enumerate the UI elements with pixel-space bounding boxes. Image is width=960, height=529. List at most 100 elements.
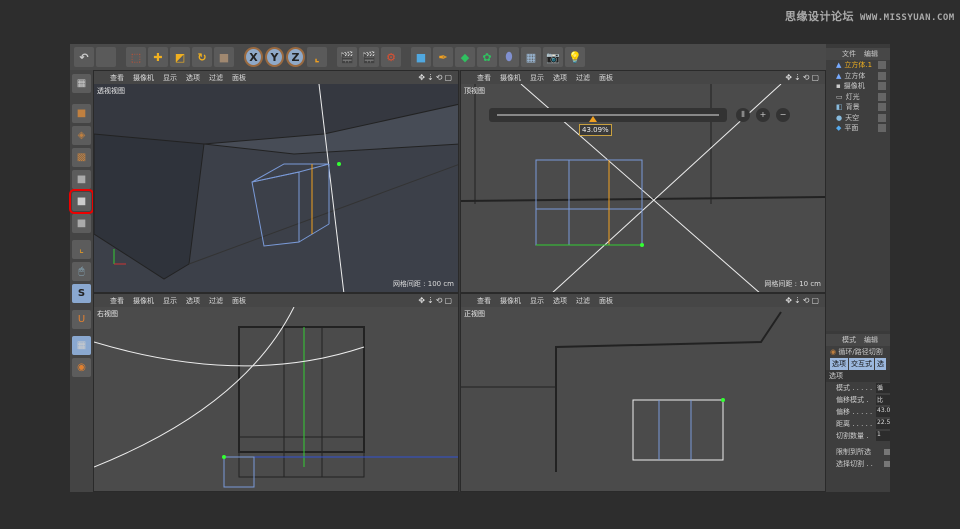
polygons-mode-icon[interactable]: ■ <box>72 214 91 233</box>
menu-filter[interactable]: 过滤 <box>576 296 590 306</box>
object-item[interactable]: ● 天空 <box>826 113 890 124</box>
rotate-icon[interactable]: ↻ <box>192 47 212 67</box>
grid-icon[interactable]: ▦ <box>72 336 91 355</box>
viewport-top[interactable]: 查看 摄像机 显示 选项 过滤 面板 ✥⇣⟲▢ 顶视图 43.09% ⦀ + − 网格间距… <box>460 70 826 293</box>
viewport-right[interactable]: 查看 摄像机 显示 选项 过滤 面板 ✥⇣⟲▢ 右视图 <box>93 293 459 492</box>
magnet-icon[interactable]: U <box>72 310 91 329</box>
menu-options[interactable]: 选项 <box>553 296 567 306</box>
redo-icon[interactable] <box>96 47 116 67</box>
menu-camera[interactable]: 摄像机 <box>500 296 521 306</box>
move-icon[interactable]: ✚ <box>148 47 168 67</box>
cube-icon[interactable]: ■ <box>411 47 431 67</box>
offset-mode-dropdown[interactable]: 比 <box>876 395 890 405</box>
menu-panel[interactable]: 面板 <box>232 296 246 306</box>
slider-handle[interactable] <box>589 116 597 122</box>
menu-mode[interactable]: 模式 <box>842 335 856 345</box>
deformer-icon[interactable]: ⬮ <box>499 47 519 67</box>
texture-mode-icon[interactable]: ◈ <box>72 126 91 145</box>
visibility-toggle[interactable] <box>878 92 886 101</box>
menu-panel[interactable]: 面板 <box>232 73 246 83</box>
z-axis-button[interactable]: Z <box>286 47 305 67</box>
render-view-icon[interactable]: 🎬 <box>337 47 357 67</box>
menu-edit[interactable]: 编辑 <box>864 49 878 59</box>
edges-mode-icon[interactable]: ■ <box>69 189 94 214</box>
light-icon[interactable]: 💡 <box>565 47 585 67</box>
menu-display[interactable]: 显示 <box>530 296 544 306</box>
object-item[interactable]: ◧ 背景 <box>826 102 890 113</box>
menu-view[interactable]: 查看 <box>477 296 491 306</box>
slider-remove-button[interactable]: − <box>776 108 790 122</box>
distance-field[interactable]: 22.5 <box>876 419 890 429</box>
snap-icon[interactable]: S <box>72 284 91 303</box>
floor-icon[interactable]: ▦ <box>521 47 541 67</box>
viewport-front[interactable]: 查看 摄像机 显示 选项 过滤 面板 ✥⇣⟲▢ 正视图 <box>460 293 826 492</box>
render-picture-viewer-icon[interactable]: 🎬 <box>359 47 379 67</box>
live-selection-icon[interactable]: ⬚ <box>126 47 146 67</box>
offset-field[interactable]: 43.0 <box>876 407 890 417</box>
y-axis-button[interactable]: Y <box>265 47 284 67</box>
visibility-toggle[interactable] <box>878 82 886 91</box>
menu-view[interactable]: 查看 <box>110 296 124 306</box>
object-item[interactable]: ▭ 灯光 <box>826 92 890 103</box>
menu-filter[interactable]: 过滤 <box>209 73 223 83</box>
subdivision-icon[interactable]: ◆ <box>455 47 475 67</box>
menu-camera[interactable]: 摄像机 <box>133 296 154 306</box>
tab-interactive[interactable]: 交互式 <box>849 358 874 370</box>
menu-panel[interactable]: 面板 <box>599 73 613 83</box>
mode-dropdown[interactable]: 循 <box>876 383 890 393</box>
menu-options[interactable]: 选项 <box>186 296 200 306</box>
menu-display[interactable]: 显示 <box>530 73 544 83</box>
undo-icon[interactable]: ↶ <box>74 47 94 67</box>
menu-camera[interactable]: 摄像机 <box>133 73 154 83</box>
visibility-toggle[interactable] <box>878 71 886 80</box>
render-settings-icon[interactable]: ⚙ <box>381 47 401 67</box>
axis-mode-icon[interactable]: ⌞ <box>72 240 91 259</box>
menu-edit[interactable]: 编辑 <box>864 335 878 345</box>
menu-view[interactable]: 查看 <box>110 73 124 83</box>
object-mode-icon[interactable]: ■ <box>72 104 91 123</box>
menu-camera[interactable]: 摄像机 <box>500 73 521 83</box>
slider-options-button[interactable]: ⦀ <box>736 108 750 122</box>
menu-display[interactable]: 显示 <box>163 73 177 83</box>
tweak-icon[interactable]: 🖱 <box>72 262 91 281</box>
model-mode-icon[interactable]: ▦ <box>72 74 91 93</box>
viewport-nav-icons[interactable]: ✥⇣⟲▢ <box>418 296 454 305</box>
coordinate-system-icon[interactable]: ⌞ <box>307 47 327 67</box>
menu-options[interactable]: 选项 <box>553 73 567 83</box>
visibility-toggle[interactable] <box>878 124 886 133</box>
viewport-nav-icons[interactable]: ✥⇣⟲▢ <box>785 73 821 82</box>
select-cut-checkbox[interactable] <box>884 461 890 467</box>
menu-view[interactable]: 查看 <box>477 73 491 83</box>
visibility-toggle[interactable] <box>878 61 886 70</box>
viewport-nav-icons[interactable]: ✥⇣⟲▢ <box>418 73 454 82</box>
menu-options[interactable]: 选项 <box>186 73 200 83</box>
pen-icon[interactable]: ✒ <box>433 47 453 67</box>
object-item[interactable]: ▲ 立方体 <box>826 71 890 82</box>
grid-mode-icon[interactable]: ▩ <box>72 148 91 167</box>
menu-file[interactable]: 文件 <box>842 49 856 59</box>
visibility-toggle[interactable] <box>878 103 886 112</box>
tab-options[interactable]: 选项 <box>830 358 848 370</box>
slider-add-button[interactable]: + <box>756 108 770 122</box>
restrict-checkbox[interactable] <box>884 449 890 455</box>
x-axis-button[interactable]: X <box>244 47 263 67</box>
cut-count-field[interactable]: 1 <box>876 431 890 441</box>
viewport-perspective[interactable]: 查看 摄像机 显示 选项 过滤 面板 ✥⇣⟲▢ 透视视图 网格间距 : 100 cm <box>93 70 459 293</box>
camera-icon[interactable]: 📷 <box>543 47 563 67</box>
object-item[interactable]: ▪ 摄像机 <box>826 81 890 92</box>
menu-filter[interactable]: 过滤 <box>576 73 590 83</box>
viewport-nav-icons[interactable]: ✥⇣⟲▢ <box>785 296 821 305</box>
menu-display[interactable]: 显示 <box>163 296 177 306</box>
visibility-toggle[interactable] <box>878 113 886 122</box>
object-item[interactable]: ◆ 平面 <box>826 123 890 134</box>
loop-cut-slider[interactable] <box>489 108 727 122</box>
tab-more[interactable]: 选 <box>875 358 886 370</box>
scale-icon[interactable]: ◩ <box>170 47 190 67</box>
points-mode-icon[interactable]: ■ <box>72 170 91 189</box>
object-mode-icon[interactable]: ■ <box>214 47 234 67</box>
object-item[interactable]: ▲ 立方体.1 <box>826 60 890 71</box>
menu-filter[interactable]: 过滤 <box>209 296 223 306</box>
array-icon[interactable]: ✿ <box>477 47 497 67</box>
menu-panel[interactable]: 面板 <box>599 296 613 306</box>
soft-select-icon[interactable]: ◉ <box>72 358 91 377</box>
